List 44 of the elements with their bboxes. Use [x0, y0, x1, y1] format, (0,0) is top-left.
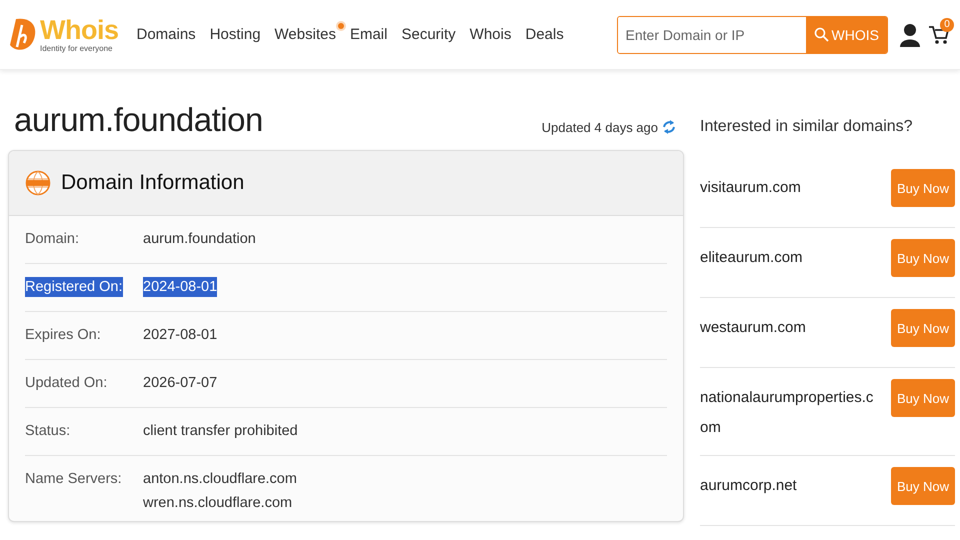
domain-suggestion: aurumcorp.net — [700, 476, 798, 496]
nav-link[interactable]: Domains — [136, 26, 196, 42]
updated-text: Updated 4 days ago — [542, 120, 658, 134]
field-label: Status: — [25, 422, 70, 441]
nav-link[interactable]: Websites — [274, 26, 336, 42]
domain-suggestion: westaurum.com — [700, 318, 807, 338]
card-title: Domain Information — [61, 171, 244, 195]
field-label: Domain: — [25, 230, 79, 249]
domain-suggestion: visitaurum.com — [700, 178, 802, 198]
nav-link[interactable]: Hosting — [210, 26, 261, 42]
nav-link[interactable]: Whois — [470, 26, 512, 42]
user-icon[interactable] — [900, 22, 920, 46]
buy-now-button[interactable]: Buy Now — [891, 309, 955, 347]
field-label: Expires On: — [25, 326, 101, 345]
domain-suggestion: nationalaurumproperties.com — [700, 388, 874, 438]
field-label: Name Servers: — [25, 470, 122, 489]
buy-now-button[interactable]: Buy Now — [891, 239, 955, 277]
field-value: aurum.foundation — [143, 230, 256, 249]
field-value: 2027-08-01 — [143, 326, 218, 345]
domain-title: aurum.foundation — [14, 101, 263, 139]
www-globe-icon — [25, 170, 51, 196]
buy-now-button[interactable]: Buy Now — [891, 467, 955, 505]
logo-tagline: Identity for everyone — [40, 44, 114, 52]
search-field[interactable]: Enter Domain or IP WHOIS — [616, 16, 888, 54]
field-value: client transfer prohibited — [143, 422, 298, 441]
field-label: Updated On: — [25, 374, 108, 393]
search-icon — [814, 27, 829, 42]
nav-link[interactable]: Email — [350, 26, 388, 42]
whois-button[interactable]: WHOIS — [806, 16, 887, 52]
buy-now-button[interactable]: Buy Now — [891, 169, 955, 207]
refresh-icon[interactable] — [662, 118, 676, 136]
field-value: wren.ns.cloudflare.com — [143, 494, 292, 513]
cart-count-badge: 0 — [940, 18, 954, 32]
nav-link[interactable]: Security — [401, 26, 456, 42]
field-value: 2024-08-01 — [143, 277, 218, 297]
logo-name[interactable]: Whois — [40, 14, 118, 44]
buy-now-button[interactable]: Buy Now — [891, 379, 955, 417]
field-label: Registered On: — [25, 277, 123, 297]
domain-suggestion: eliteaurum.com — [700, 248, 804, 268]
nav-link[interactable]: Deals — [525, 26, 564, 42]
field-value: anton.ns.cloudflare.com — [143, 470, 297, 489]
similar-heading: Interested in similar domains? — [700, 118, 914, 137]
field-value: 2026-07-07 — [143, 374, 218, 393]
logo-icon — [8, 16, 38, 52]
